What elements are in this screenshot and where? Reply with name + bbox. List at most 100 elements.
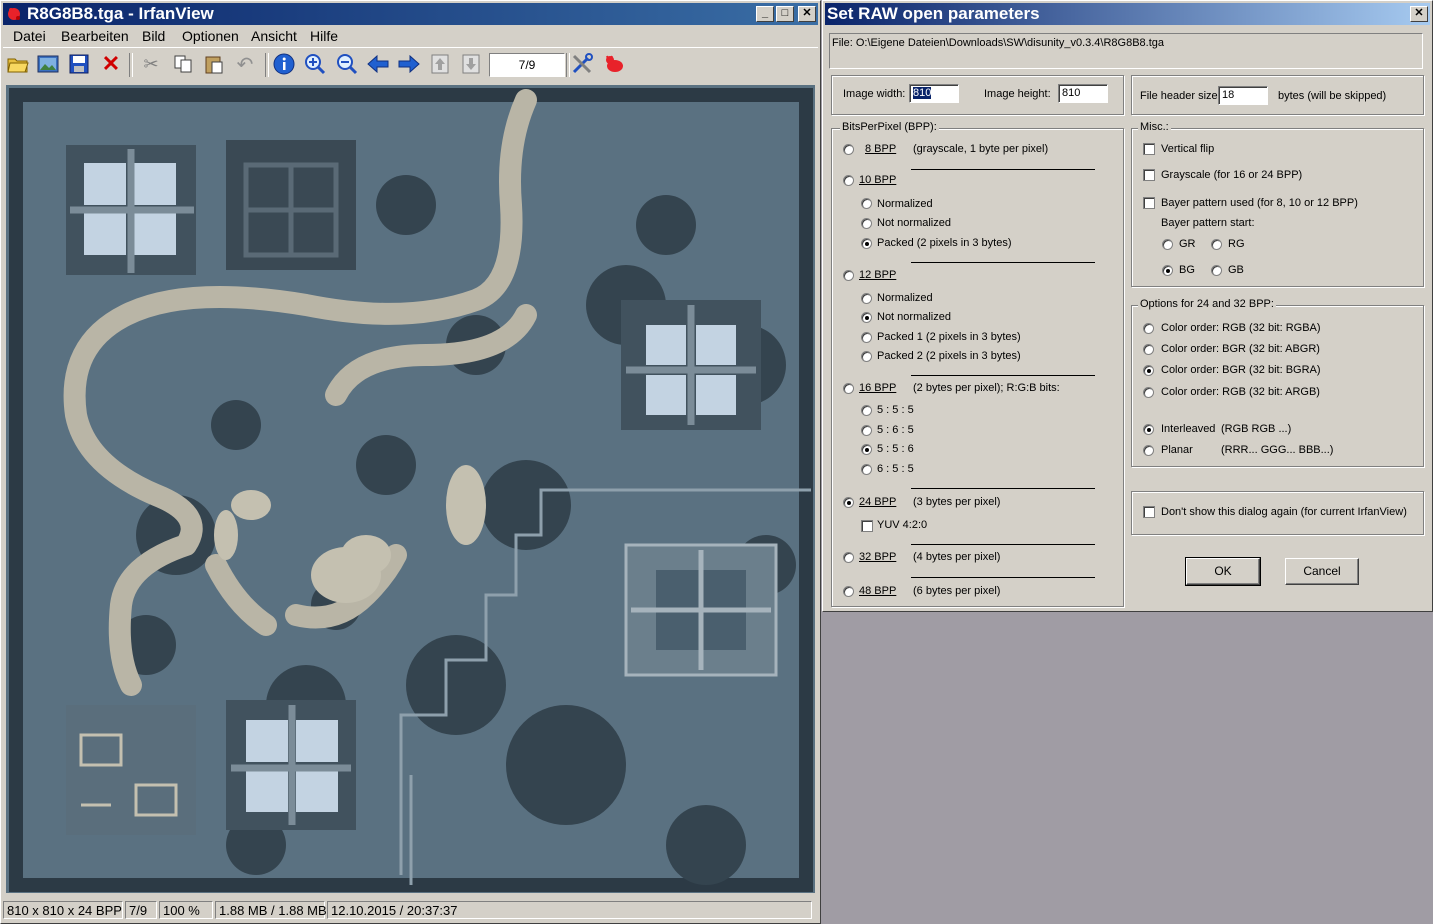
image-height-input[interactable]: 810 <box>1058 84 1108 103</box>
radio-8bpp[interactable] <box>843 144 854 155</box>
label-bayer[interactable]: Bayer pattern used (for 8, 10 or 12 BPP) <box>1161 197 1358 209</box>
close-button[interactable]: ✕ <box>798 6 816 22</box>
label-16bpp-655[interactable]: 6 : 5 : 5 <box>877 463 914 475</box>
ok-button[interactable]: OK <box>1185 557 1261 586</box>
menu-hilfe[interactable]: Hilfe <box>310 28 338 44</box>
copy-icon[interactable] <box>170 51 196 77</box>
last-page-icon[interactable] <box>458 51 484 77</box>
radio-16bpp[interactable] <box>843 383 854 394</box>
open-folder-icon[interactable] <box>5 51 31 77</box>
menu-bearbeiten[interactable]: Bearbeiten <box>61 28 129 44</box>
header-size-input[interactable]: 18 <box>1218 86 1268 105</box>
radio-bayer-gb[interactable] <box>1211 265 1222 276</box>
radio-bayer-bg[interactable] <box>1162 265 1173 276</box>
radio-bayer-rg[interactable] <box>1211 239 1222 250</box>
image-width-value: 810 <box>913 87 932 99</box>
dialog-close-button[interactable]: ✕ <box>1410 6 1428 22</box>
thumbnails-icon[interactable] <box>35 51 61 77</box>
label-16bpp-555[interactable]: 5 : 5 : 5 <box>877 404 914 416</box>
label-vertical-flip[interactable]: Vertical flip <box>1161 143 1214 155</box>
checkbox-dont-show[interactable] <box>1143 506 1155 518</box>
label-color-bgra[interactable]: Color order: BGR (32 bit: BGRA) <box>1161 364 1321 376</box>
checkbox-yuv420[interactable] <box>861 520 873 532</box>
label-48bpp[interactable]: 48 BPP <box>859 585 896 597</box>
info-icon[interactable] <box>271 51 297 77</box>
checkbox-grayscale[interactable] <box>1143 169 1155 181</box>
label-16bpp-565[interactable]: 5 : 6 : 5 <box>877 424 914 436</box>
label-bayer-gr[interactable]: GR <box>1179 238 1196 250</box>
label-32bpp[interactable]: 32 BPP <box>859 551 896 563</box>
label-yuv420[interactable]: YUV 4:2:0 <box>877 519 927 531</box>
label-color-rgba[interactable]: Color order: RGB (32 bit: RGBA) <box>1161 322 1321 334</box>
label-10bpp-not-normalized[interactable]: Not normalized <box>877 217 951 229</box>
radio-48bpp[interactable] <box>843 586 854 597</box>
label-16bpp[interactable]: 16 BPP <box>859 382 896 394</box>
menu-datei[interactable]: Datei <box>13 28 46 44</box>
radio-10bpp-packed[interactable] <box>861 238 872 249</box>
label-bayer-bg[interactable]: BG <box>1179 264 1195 276</box>
menu-bild[interactable]: Bild <box>142 28 165 44</box>
radio-12bpp-not-normalized[interactable] <box>861 312 872 323</box>
label-12bpp-packed2[interactable]: Packed 2 (2 pixels in 3 bytes) <box>877 350 1021 362</box>
cancel-button[interactable]: Cancel <box>1285 558 1359 585</box>
zoom-in-icon[interactable] <box>302 51 328 77</box>
radio-16bpp-556[interactable] <box>861 444 872 455</box>
label-12bpp-not-normalized[interactable]: Not normalized <box>877 311 951 323</box>
radio-12bpp-packed2[interactable] <box>861 351 872 362</box>
next-arrow-icon[interactable] <box>396 51 422 77</box>
radio-interleaved[interactable] <box>1143 424 1154 435</box>
previous-arrow-icon[interactable] <box>365 51 391 77</box>
minimize-button[interactable]: _ <box>756 6 774 22</box>
label-planar[interactable]: Planar <box>1161 444 1193 456</box>
radio-32bpp[interactable] <box>843 552 854 563</box>
menu-ansicht[interactable]: Ansicht <box>251 28 297 44</box>
label-dont-show[interactable]: Don't show this dialog again (for curren… <box>1161 506 1407 518</box>
first-page-icon[interactable] <box>427 51 453 77</box>
label-12bpp-packed1[interactable]: Packed 1 (2 pixels in 3 bytes) <box>877 331 1021 343</box>
label-bayer-gb[interactable]: GB <box>1228 264 1244 276</box>
paste-icon[interactable] <box>201 51 227 77</box>
image-canvas[interactable] <box>6 85 815 893</box>
label-16bpp-556[interactable]: 5 : 5 : 6 <box>877 443 914 455</box>
irfanview-cat-icon[interactable] <box>601 51 627 77</box>
radio-color-argb[interactable] <box>1143 387 1154 398</box>
radio-12bpp-packed1[interactable] <box>861 332 872 343</box>
delete-icon[interactable]: ✕ <box>98 51 124 77</box>
save-icon[interactable] <box>66 51 92 77</box>
label-10bpp-normalized[interactable]: Normalized <box>877 198 933 210</box>
label-8bpp[interactable]: 8 BPP <box>865 143 896 155</box>
radio-color-bgra[interactable] <box>1143 365 1154 376</box>
radio-bayer-gr[interactable] <box>1162 239 1173 250</box>
label-12bpp-normalized[interactable]: Normalized <box>877 292 933 304</box>
label-10bpp-packed[interactable]: Packed (2 pixels in 3 bytes) <box>877 237 1012 249</box>
radio-12bpp[interactable] <box>843 270 854 281</box>
label-bayer-rg[interactable]: RG <box>1228 238 1245 250</box>
radio-10bpp-not-normalized[interactable] <box>861 218 872 229</box>
label-12bpp[interactable]: 12 BPP <box>859 269 896 281</box>
checkbox-bayer[interactable] <box>1143 197 1155 209</box>
radio-16bpp-565[interactable] <box>861 425 872 436</box>
cut-icon[interactable]: ✂ <box>138 51 164 77</box>
checkbox-vertical-flip[interactable] <box>1143 143 1155 155</box>
label-10bpp[interactable]: 10 BPP <box>859 174 896 186</box>
label-color-abgr[interactable]: Color order: BGR (32 bit: ABGR) <box>1161 343 1320 355</box>
undo-icon[interactable]: ↶ <box>232 51 258 77</box>
radio-16bpp-555[interactable] <box>861 405 872 416</box>
maximize-button[interactable]: □ <box>776 6 794 22</box>
image-width-input[interactable]: 810 <box>909 84 959 103</box>
label-grayscale[interactable]: Grayscale (for 16 or 24 BPP) <box>1161 169 1302 181</box>
radio-12bpp-normalized[interactable] <box>861 293 872 304</box>
radio-10bpp-normalized[interactable] <box>861 198 872 209</box>
radio-color-rgba[interactable] <box>1143 323 1154 334</box>
radio-24bpp[interactable] <box>843 497 854 508</box>
label-color-argb[interactable]: Color order: RGB (32 bit: ARGB) <box>1161 386 1320 398</box>
settings-tools-icon[interactable] <box>569 51 595 77</box>
label-24bpp[interactable]: 24 BPP <box>859 496 896 508</box>
zoom-out-icon[interactable] <box>334 51 360 77</box>
radio-planar[interactable] <box>1143 445 1154 456</box>
menu-optionen[interactable]: Optionen <box>182 28 239 44</box>
radio-color-abgr[interactable] <box>1143 344 1154 355</box>
radio-10bpp[interactable] <box>843 175 854 186</box>
radio-16bpp-655[interactable] <box>861 464 872 475</box>
label-interleaved[interactable]: Interleaved <box>1161 423 1215 435</box>
